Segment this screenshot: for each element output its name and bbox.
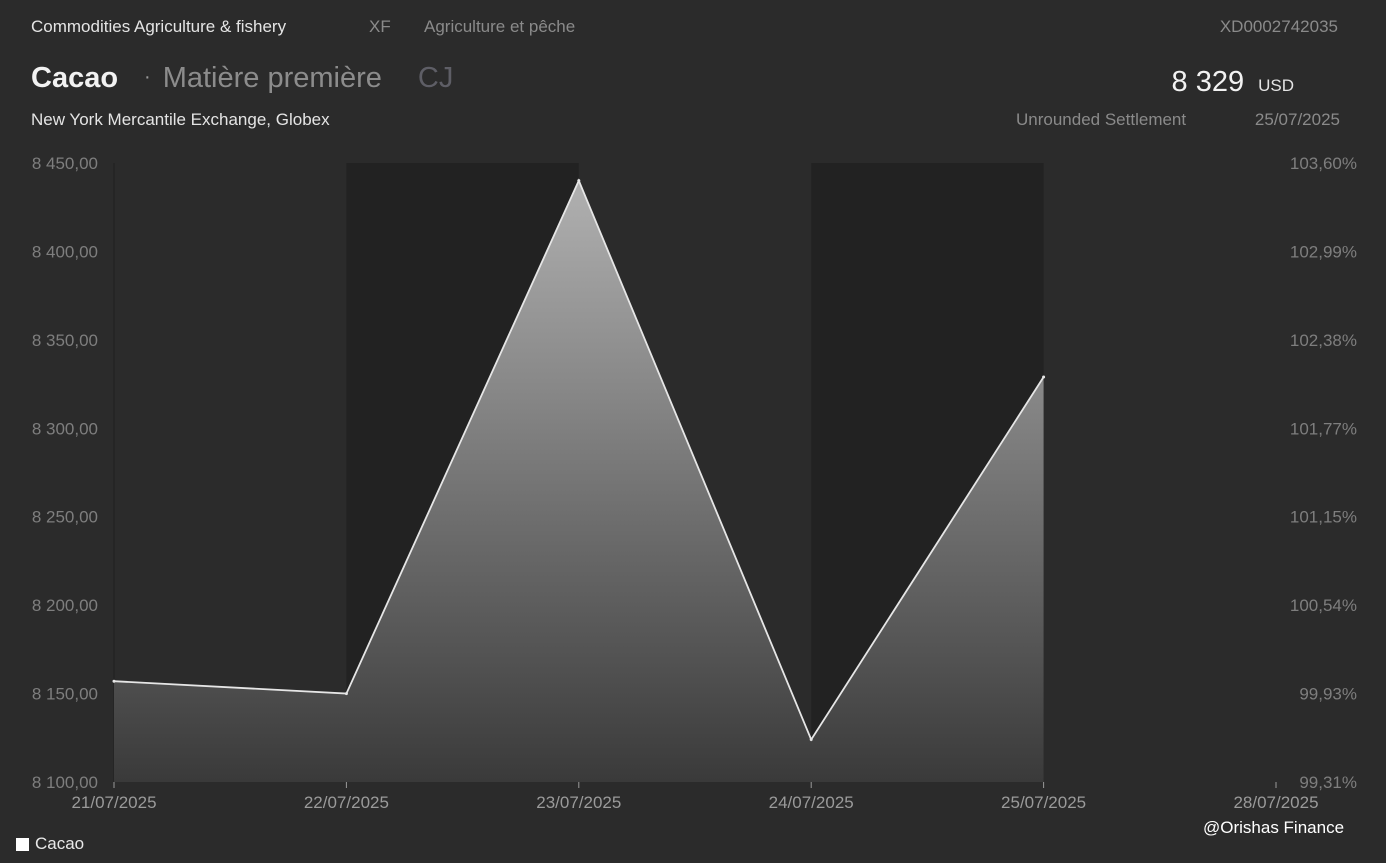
legend-label: Cacao: [35, 834, 85, 853]
y2-tick-label-1: 99,93%: [1299, 685, 1357, 704]
data-point-3: [809, 738, 813, 742]
data-point-1: [344, 692, 348, 696]
y-tick-label-3: 8 250,00: [32, 508, 98, 527]
y2-tick-label-2: 100,54%: [1290, 596, 1357, 615]
y-tick-label-0: 8 100,00: [32, 773, 98, 792]
legend-swatch: [16, 837, 29, 851]
x-tick-label-4: 25/07/2025: [1001, 793, 1086, 812]
y-tick-label-5: 8 350,00: [32, 331, 98, 350]
chart-legend[interactable]: Cacao: [16, 834, 84, 854]
x-tick-label-5: 28/07/2025: [1233, 793, 1318, 812]
y-tick-label-2: 8 200,00: [32, 596, 98, 615]
y-tick-label-6: 8 400,00: [32, 242, 98, 261]
y2-tick-label-3: 101,15%: [1290, 508, 1357, 527]
x-tick-label-1: 22/07/2025: [304, 793, 389, 812]
y-tick-label-1: 8 150,00: [32, 685, 98, 704]
y2-tick-label-6: 102,99%: [1290, 242, 1357, 261]
y2-tick-label-4: 101,77%: [1290, 419, 1357, 438]
y-tick-label-7: 8 450,00: [32, 154, 98, 173]
data-point-2: [577, 179, 581, 183]
x-tick-label-0: 21/07/2025: [71, 793, 156, 812]
price-chart[interactable]: 21/07/2025 22/07/2025 23/07/2025 24/07/2025…: [0, 0, 1386, 863]
data-point-0: [112, 679, 116, 683]
y2-tick-label-7: 103,60%: [1290, 154, 1357, 173]
y2-tick-label-0: 99,31%: [1299, 773, 1357, 792]
y2-tick-label-5: 102,38%: [1290, 331, 1357, 350]
y-tick-label-4: 8 300,00: [32, 419, 98, 438]
watermark: @Orishas Finance: [1203, 818, 1345, 837]
x-tick-label-3: 24/07/2025: [769, 793, 854, 812]
x-tick-label-2: 23/07/2025: [536, 793, 621, 812]
data-point-4: [1042, 375, 1046, 379]
